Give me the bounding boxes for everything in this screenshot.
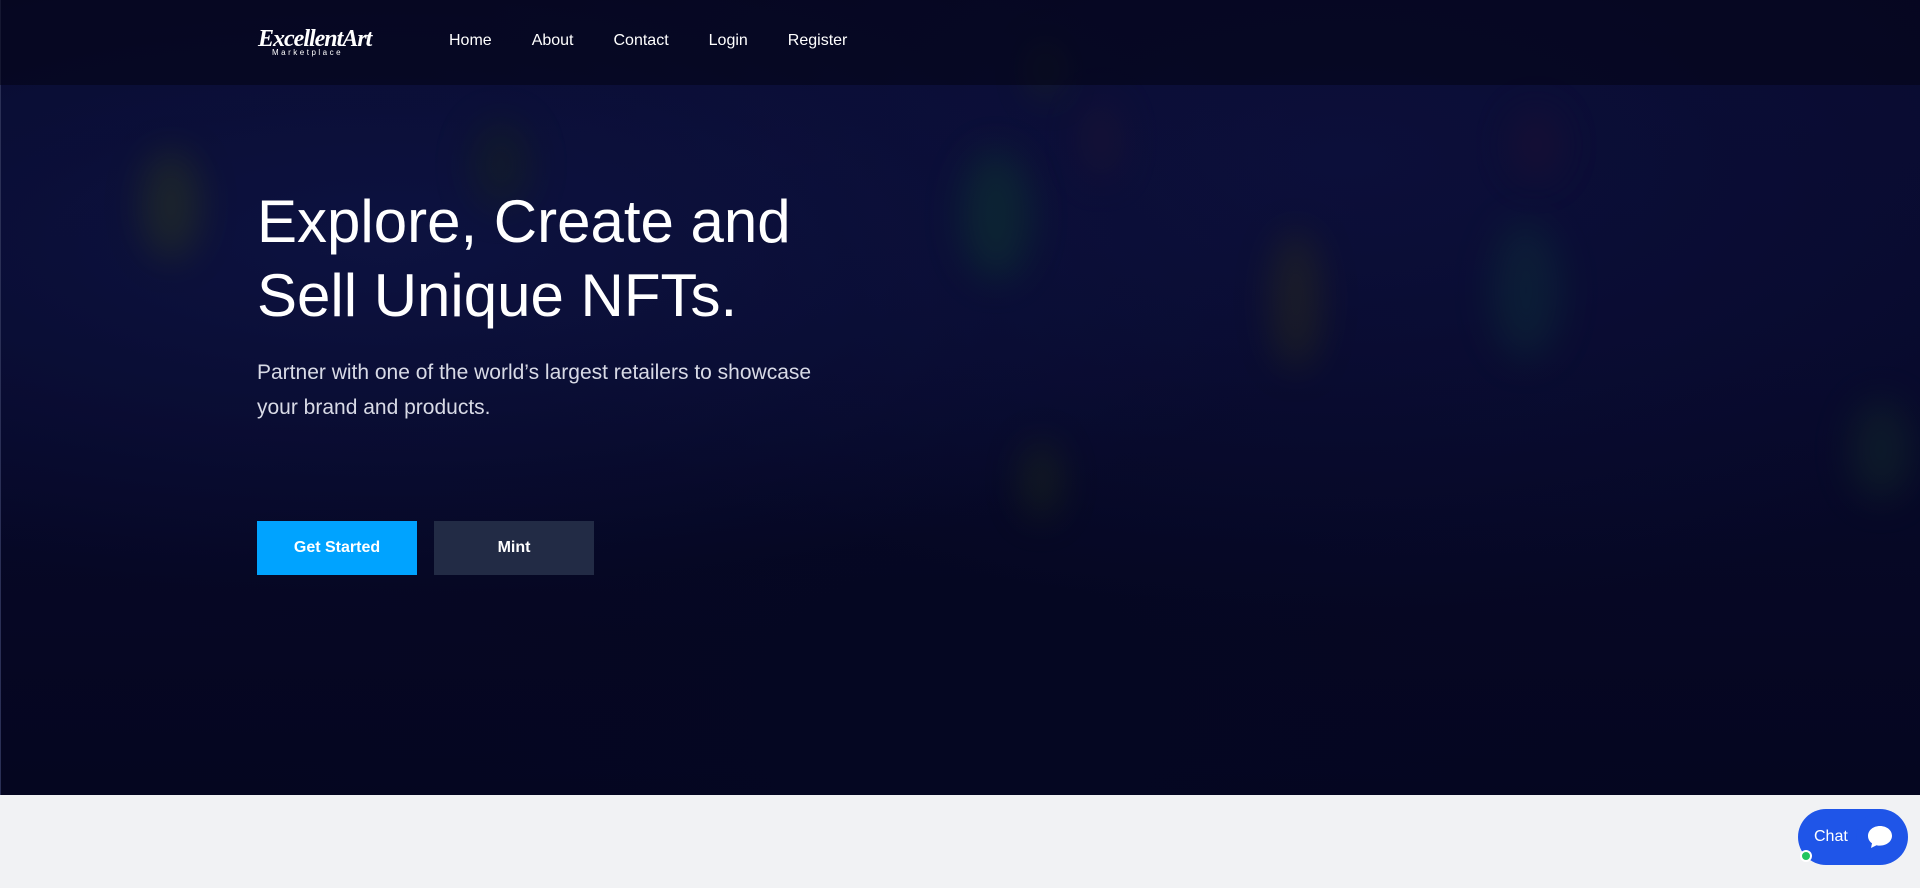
- hero-title: Explore, Create and Sell Unique NFTs.: [257, 188, 791, 329]
- background-blur: [1511, 110, 1561, 180]
- background-blur: [1271, 230, 1321, 370]
- nav-item-home[interactable]: Home: [449, 31, 492, 51]
- chat-button[interactable]: Chat: [1798, 809, 1908, 865]
- nav-item-register[interactable]: Register: [788, 31, 848, 51]
- logo[interactable]: ExcellentArt Marketplace: [258, 26, 380, 57]
- get-started-button[interactable]: Get Started: [257, 521, 417, 575]
- content-section: [0, 795, 1920, 888]
- mint-button[interactable]: Mint: [434, 521, 594, 575]
- background-blur: [1021, 440, 1061, 520]
- speech-bubble-icon: [1856, 813, 1904, 861]
- online-status-dot: [1800, 850, 1812, 862]
- main-nav: Home About Contact Login Register: [449, 31, 887, 51]
- chat-label: Chat: [1814, 828, 1848, 845]
- nav-item-login[interactable]: Login: [709, 31, 748, 51]
- background-blur: [961, 150, 1031, 280]
- hero-section: Explore, Create and Sell Unique NFTs. Pa…: [0, 0, 1920, 795]
- background-blur: [1851, 400, 1911, 500]
- site-header: ExcellentArt Marketplace Home About Cont…: [0, 0, 1920, 85]
- nav-item-contact[interactable]: Contact: [614, 31, 669, 51]
- nav-item-about[interactable]: About: [532, 31, 574, 51]
- background-blur: [1081, 100, 1121, 180]
- background-blur: [1491, 220, 1561, 360]
- background-blur: [141, 150, 201, 260]
- logo-tagline: Marketplace: [272, 48, 344, 57]
- hero-subtitle: Partner with one of the world’s largest …: [257, 361, 812, 419]
